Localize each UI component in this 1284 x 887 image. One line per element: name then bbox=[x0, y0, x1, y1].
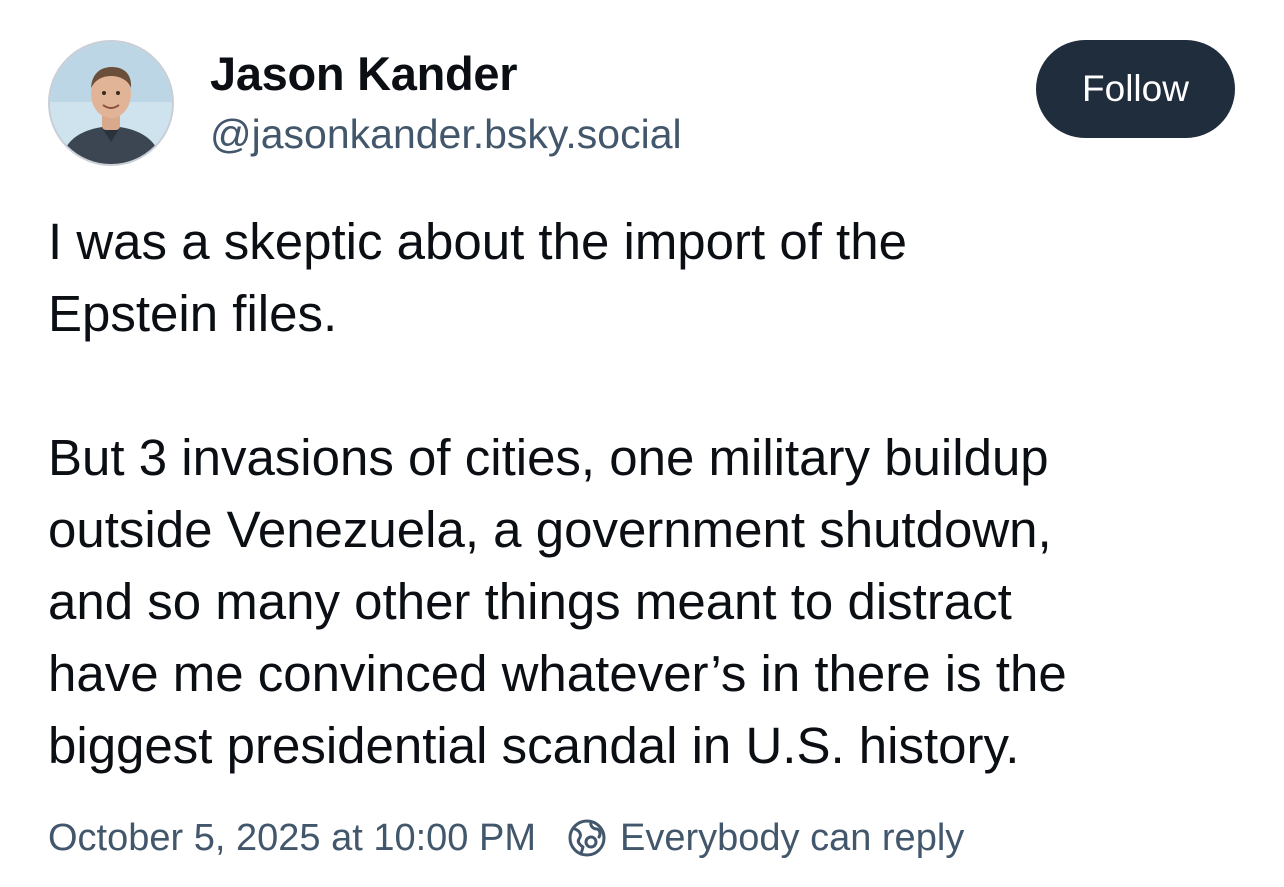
author-handle[interactable]: @jasonkander.bsky.social bbox=[210, 111, 682, 158]
post-card: Jason Kander @jasonkander.bsky.social Fo… bbox=[0, 0, 1284, 887]
post-text: I was a skeptic about the import of the … bbox=[48, 206, 1248, 782]
post-text-line: But 3 invasions of cities, one military … bbox=[48, 429, 1049, 486]
globe-icon bbox=[568, 819, 606, 857]
post-text-line: outside Venezuela, a government shutdown… bbox=[48, 501, 1052, 558]
post-text-line: have me convinced whatever’s in there is… bbox=[48, 645, 1067, 702]
follow-button[interactable]: Follow bbox=[1036, 40, 1235, 138]
post-text-line: and so many other things meant to distra… bbox=[48, 573, 1012, 630]
post-text-line: Epstein files. bbox=[48, 285, 338, 342]
author-display-name[interactable]: Jason Kander bbox=[210, 46, 518, 101]
post-text-line: biggest presidential scandal in U.S. his… bbox=[48, 717, 1020, 774]
avatar-photo-icon bbox=[50, 42, 172, 164]
reply-setting[interactable]: Everybody can reply bbox=[566, 817, 964, 860]
post-timestamp[interactable]: October 5, 2025 at 10:00 PM bbox=[48, 817, 536, 860]
post-meta: October 5, 2025 at 10:00 PM Everybody ca… bbox=[48, 808, 964, 868]
post-text-line: I was a skeptic about the import of the bbox=[48, 213, 907, 270]
avatar[interactable] bbox=[48, 40, 174, 166]
reply-setting-label: Everybody can reply bbox=[619, 816, 965, 859]
